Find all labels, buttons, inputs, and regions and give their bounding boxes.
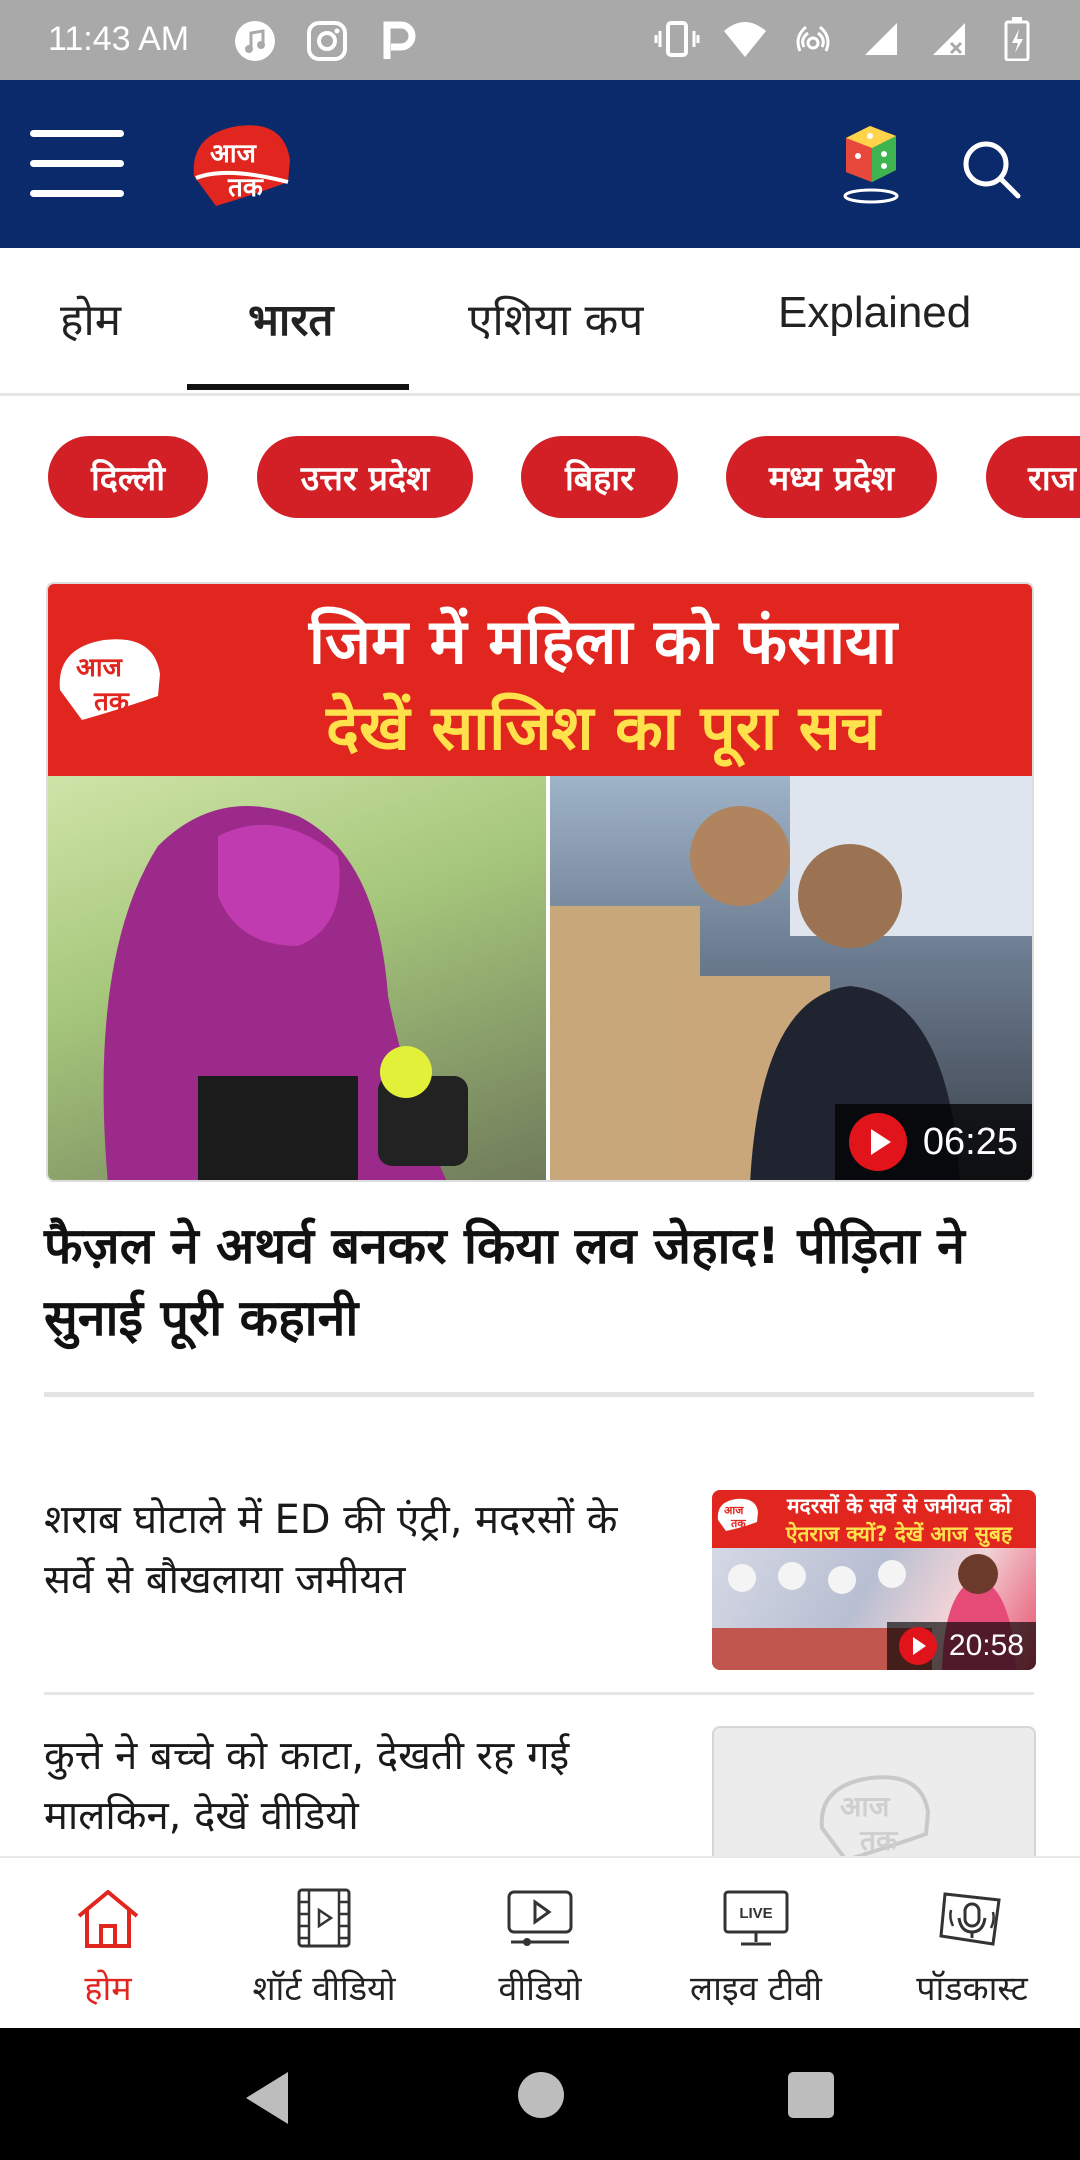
music-app-icon: [232, 18, 278, 64]
svg-text:आज: आज: [76, 653, 124, 683]
recent-apps-icon[interactable]: [788, 2072, 834, 2118]
podcast-mic-icon: [937, 1886, 1007, 1950]
wifi-icon: [722, 16, 768, 62]
nav-podcast[interactable]: पॉडकास्ट: [872, 1858, 1072, 2030]
signal-no-data-icon: [926, 16, 972, 62]
svg-text:तक: तक: [93, 687, 130, 717]
svg-text:तक: तक: [227, 173, 264, 203]
status-time: 11:43 AM: [48, 20, 190, 58]
signal-icon: [858, 16, 904, 62]
system-navigation-bar: [0, 2028, 1080, 2160]
tab-bharat[interactable]: भारत: [248, 288, 333, 348]
svg-text:आज: आज: [840, 1790, 891, 1823]
nav-short-video[interactable]: शॉर्ट वीडियो: [224, 1858, 424, 2030]
svg-text:तक: तक: [730, 1517, 746, 1530]
search-icon[interactable]: [956, 134, 1026, 204]
divider: [44, 1392, 1034, 1397]
svg-text:आज: आज: [724, 1504, 744, 1517]
story-video-duration: 20:58: [886, 1622, 1036, 1670]
hotspot-icon: [790, 16, 836, 62]
chip-rajasthan[interactable]: राज: [986, 436, 1080, 518]
svg-text:LIVE: LIVE: [739, 1905, 772, 1922]
chip-bihar[interactable]: बिहार: [521, 436, 678, 518]
nav-live-tv[interactable]: LIVE लाइव टीवी: [656, 1858, 856, 2030]
tab-home[interactable]: होम: [60, 288, 121, 348]
p-app-icon: [376, 18, 422, 64]
hero-banner-line1: जिम में महिला को फंसाया: [308, 605, 898, 678]
home-circle-icon[interactable]: [518, 2072, 564, 2118]
chip-madhya-pradesh[interactable]: मध्य प्रदेश: [726, 436, 937, 518]
svg-text:तक: तक: [859, 1824, 899, 1857]
chip-uttar-pradesh[interactable]: उत्तर प्रदेश: [257, 436, 473, 518]
vibrate-icon: [654, 16, 700, 62]
play-icon: [848, 1113, 907, 1171]
chip-delhi[interactable]: दिल्ली: [48, 436, 208, 518]
hero-banner-line2: देखें साजिश का पूरा सच: [326, 691, 880, 764]
nav-home[interactable]: होम: [8, 1858, 208, 2030]
state-chips: दिल्ली उत्तर प्रदेश बिहार मध्य प्रदेश रा…: [0, 436, 1080, 518]
play-icon: [898, 1627, 937, 1665]
battery-icon: [994, 16, 1040, 62]
story-thumbnail[interactable]: आज तक मदरसों के सर्वे से जमीयत को ऐतराज क…: [712, 1490, 1036, 1670]
home-icon: [73, 1886, 143, 1950]
nav-video[interactable]: वीडियो: [440, 1858, 640, 2030]
bottom-navigation: होम शॉर्ट वीडियो वीडियो LIVE लाइव टीवी प…: [0, 1856, 1080, 2028]
hero-video-duration: 06:25: [834, 1104, 1032, 1180]
category-tabs: होम भारत एशिया कप Explained: [0, 248, 1080, 396]
story-headline[interactable]: कुत्ते ने बच्चे को काटा, देखती रह गई माल…: [44, 1726, 664, 1846]
active-tab-indicator: [187, 384, 409, 390]
app-header: आज तक: [0, 80, 1080, 248]
hero-banner: आज तक जिम में महिला को फंसाया देखें साजि…: [48, 584, 1032, 776]
hamburger-menu-icon[interactable]: [30, 130, 124, 200]
aaj-tak-logo: आज तक: [716, 1496, 760, 1534]
thumb-banner-line1: मदरसों के सर्वे से जमीयत को: [787, 1494, 1011, 1518]
status-bar: 11:43 AM: [0, 0, 1080, 80]
back-icon[interactable]: [246, 2072, 288, 2124]
video-play-icon: [505, 1886, 575, 1950]
hero-headline[interactable]: फैज़ल ने अथर्व बनकर किया लव जेहाद! पीड़ि…: [44, 1210, 1034, 1354]
hero-video-thumbnail[interactable]: आज तक जिम में महिला को फंसाया देखें साजि…: [46, 582, 1034, 1182]
live-tv-icon: LIVE: [721, 1886, 791, 1950]
thumb-banner-line2: ऐतराज क्यों? देखें आज सुबह: [785, 1522, 1013, 1546]
tab-explained[interactable]: Explained: [778, 288, 971, 338]
story-headline[interactable]: शराब घोटाले में ED की एंट्री, मदरसों के …: [44, 1490, 664, 1610]
divider: [44, 1692, 1034, 1695]
instagram-icon: [304, 18, 350, 64]
tab-asia-cup[interactable]: एशिया कप: [468, 288, 643, 348]
hero-photo-woman: [48, 776, 546, 1180]
aaj-tak-logo: आज तक: [54, 632, 166, 728]
list-item[interactable]: शराब घोटाले में ED की एंट्री, मदरसों के …: [44, 1490, 1036, 1670]
dice-game-icon[interactable]: [836, 116, 906, 206]
svg-text:आज: आज: [210, 139, 258, 169]
film-strip-icon: [289, 1886, 359, 1950]
aaj-tak-logo[interactable]: आज तक: [186, 116, 296, 212]
